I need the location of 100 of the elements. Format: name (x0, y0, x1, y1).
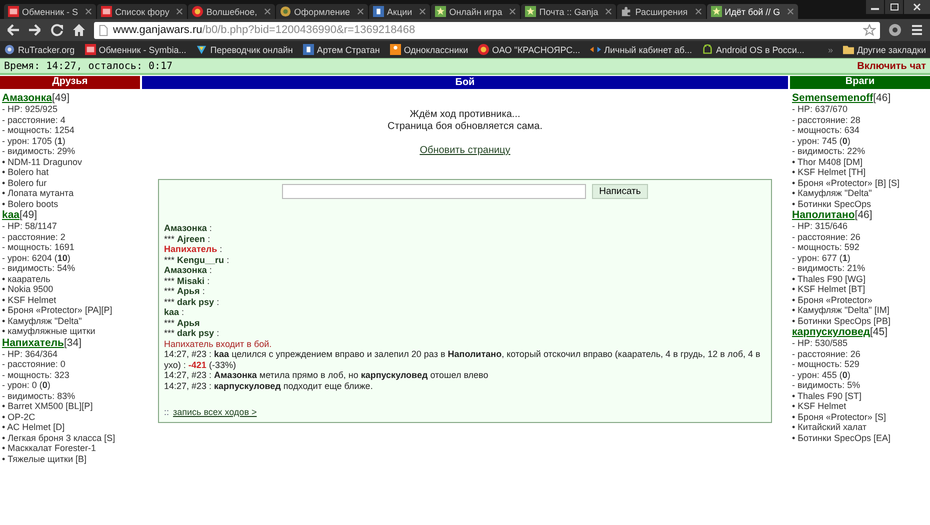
player-link[interactable]: Амазонка (2, 92, 52, 104)
equipment-item: • Barret XM500 [BL][P] (2, 401, 94, 412)
bookmark-link[interactable]: ОАО "КРАСНОЯРС... (492, 44, 580, 54)
browser-tab[interactable]: Расширения (617, 4, 706, 19)
equipment-item: • OP-2C (2, 412, 36, 422)
stat-line: - видимость: 29% (2, 146, 76, 156)
chat-message: Напихатель : (164, 244, 224, 254)
log-entry: 14:27, #23 : kaa целился с упреждением вправо и залепил 20 раз в Наполитано, который отскочил вправо (кааратель, 4 в грудь, 12 в лоб, 4 в ухо) : -421 (-33%) (164, 349, 762, 370)
bookmark-link[interactable]: RuTracker.org (18, 44, 75, 54)
send-button[interactable]: Написать (592, 184, 648, 199)
browser-tab[interactable]: Обменник - S (4, 4, 96, 19)
log-entry: 14:27, #23 : карпускуловед подходит еще ближе. (164, 380, 374, 391)
player-link[interactable]: Наполитано (792, 209, 855, 221)
bookmark-link[interactable]: Переводчик онлайн (210, 44, 293, 54)
stat-line: - мощность: 1254 (2, 125, 76, 136)
stat-line: - урон: 677 (1) (792, 252, 852, 263)
stat-line: - расстояние: 26 (792, 348, 862, 359)
stat-line: - мощность: 1691 (2, 242, 76, 252)
chat-message: Амазонка : (164, 223, 213, 234)
equipment-item: • Масккалат Forester-1 (2, 443, 98, 454)
stat-line: - HP: 58/1147 (2, 221, 58, 232)
stat-line: - урон: 0 (0) (2, 380, 52, 390)
equipment-item: • Камуфляж "Delta" [IM] (792, 305, 890, 316)
refresh-note: Страница боя обновляется сама. (386, 121, 544, 133)
equipment-item: • Лопата мутанта (2, 188, 75, 198)
stat-line: - расстояние: 28 (792, 114, 862, 125)
equipment-item: • Thor M408 [DM] (792, 156, 864, 167)
chat-message: *** Kengu__ru : (164, 254, 230, 265)
browser-tab[interactable]: Идёт бой // G (706, 4, 798, 19)
enable-chat-link[interactable]: Включить чат (857, 60, 926, 72)
stat-line: - мощность: 592 (792, 242, 860, 252)
stat-line: - видимость: 21% (792, 263, 866, 274)
player-level: [46] (854, 209, 872, 221)
bookmark-link[interactable]: Артем Стратан (316, 44, 380, 54)
equipment-item: • KSF Helmet [TH] (792, 167, 867, 178)
player-link[interactable]: Напихатель (2, 336, 64, 348)
equipment-item: • Ботинки SpecOps (792, 198, 872, 209)
stat-line: - HP: 530/585 (792, 338, 849, 348)
chat-message: *** Арья (164, 318, 201, 328)
stat-line: - видимость: 83% (2, 390, 76, 401)
equipment-item: • Броня «Protector» [S] (792, 412, 887, 422)
browser-tab[interactable]: Онлайн игра (431, 4, 520, 19)
stat-line: - расстояние: 26 (792, 232, 862, 242)
bookmark-link[interactable]: Одноклассники (404, 44, 468, 54)
stat-line: - HP: 925/925 (2, 104, 59, 114)
equipment-item: • Броня «Protector» (792, 294, 874, 305)
stat-line: - видимость: 5% (792, 380, 862, 390)
equipment-item: • AC Helmet [D] (2, 422, 66, 432)
stat-line: - мощность: 529 (792, 359, 860, 370)
log-entry: 14:27, #23 : Амазонка метила прямо в лоб, но карпускуловед отошел влево (164, 370, 490, 380)
player-level: [49] (20, 209, 38, 221)
battle-timer: Время: 14:27, осталось: 0:17 (4, 60, 173, 72)
equipment-item: • Камуфляж "Delta" (2, 316, 83, 326)
stat-line: - мощность: 323 (2, 370, 70, 380)
player-link[interactable]: карпускуловед (792, 326, 870, 338)
equipment-item: • Ботинки SpecOps [PB] (792, 316, 892, 326)
chat-message: *** Арья : (164, 286, 206, 296)
equipment-item: • Броня «Protector» [PA][P] (2, 305, 114, 316)
stat-line: - урон: 455 (0) (792, 370, 852, 380)
stat-line: - урон: 745 (0) (792, 136, 852, 146)
player-level: [34] (64, 336, 82, 348)
all-moves-link[interactable]: запись всех ходов > (173, 407, 257, 418)
address-bar[interactable]: www.ganjawars.ru/b0/b.php?bid=1200436990&r=1369218468 (94, 22, 880, 38)
equipment-item: • Thales F90 [ST] (792, 390, 863, 401)
bookmark-link[interactable]: Android OS в Росси... (716, 44, 804, 54)
stat-line: - видимость: 22% (792, 146, 866, 156)
chat-message: *** Ajreen : (164, 234, 212, 244)
stat-line: - мощность: 634 (792, 125, 860, 136)
column-header: Враги (790, 76, 930, 89)
equipment-item: • Bolero hat (2, 167, 50, 178)
browser-tab[interactable]: Волшебное, (188, 4, 276, 19)
player-level: [45] (870, 326, 888, 338)
stat-line: - урон: 6204 (10) (2, 252, 72, 263)
equipment-item: • KSF Helmet (2, 294, 58, 305)
stat-line: - HP: 315/646 (792, 221, 849, 232)
log-entry: Напихатель входит в бой. (164, 338, 273, 349)
more-bookmarks-button[interactable]: » (828, 44, 834, 54)
bookmark-link[interactable]: Личный кабинет аб... (604, 44, 692, 54)
browser-tab[interactable]: Оформление (276, 4, 368, 19)
stat-line: - расстояние: 0 (2, 359, 66, 370)
equipment-item: • Nokia 9500 (2, 284, 54, 294)
browser-tab[interactable]: Список фору (97, 4, 188, 19)
stat-line: - урон: 1705 (1) (2, 136, 66, 146)
stat-line: - расстояние: 4 (2, 114, 66, 125)
player-level: [46] (873, 92, 891, 104)
equipment-item: • Камуфляж "Delta" (792, 188, 873, 198)
player-link[interactable]: Semensemenoff (792, 92, 874, 104)
equipment-item: • KSF Helmet [BT] (792, 284, 866, 294)
equipment-item: • кааратель (2, 274, 52, 284)
equipment-item: • Китайский халат (792, 422, 868, 432)
equipment-item: • Thales F90 [WG] (792, 274, 867, 284)
stat-line: - видимость: 54% (2, 263, 76, 274)
browser-tab[interactable]: Акции (369, 4, 430, 19)
browser-tab[interactable]: Почта :: Ganja (521, 4, 616, 19)
player-link[interactable]: kaa (2, 209, 20, 221)
refresh-link[interactable]: Обновить страницу (420, 145, 510, 157)
bookmark-folder[interactable]: Другие закладки (857, 44, 926, 54)
column-header: Друзья (0, 76, 140, 89)
bookmark-link[interactable]: Обменник - Symbia... (98, 44, 186, 54)
stat-line: - HP: 364/364 (2, 348, 59, 359)
